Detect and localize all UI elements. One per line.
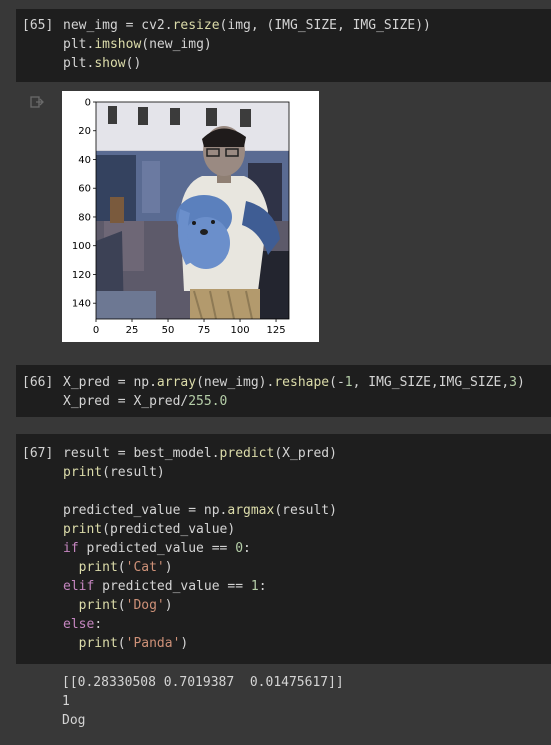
y-tick-label: 80	[78, 212, 91, 223]
code-line: new_img = cv2.resize(img, (IMG_SIZE, IMG…	[63, 18, 431, 33]
code-line: X_pred = np.array(new_img).reshape(-1, I…	[63, 375, 525, 390]
code-editor[interactable]: X_pred = np.array(new_img).reshape(-1, I…	[63, 373, 525, 411]
y-tick-label: 40	[78, 155, 91, 166]
code-editor[interactable]: result = best_model.predict(X_pred)print…	[63, 444, 337, 653]
code-line: print(predicted_value)	[63, 522, 236, 537]
code-cell-66[interactable]: [66] X_pred = np.array(new_img).reshape(…	[16, 365, 551, 417]
image-plot-output: 0 20 40 60 80 100 120 140 0 25 50 75 100 125	[62, 91, 319, 342]
y-tick-label: 20	[78, 126, 91, 137]
x-tick-label: 50	[162, 325, 175, 336]
y-tick-label: 0	[85, 98, 91, 109]
code-line: predicted_value = np.argmax(result)	[63, 503, 337, 518]
code-line: plt.show()	[63, 56, 142, 71]
y-tick-label: 120	[72, 270, 91, 281]
code-line: print('Cat')	[78, 560, 173, 575]
y-axis: 0 20 40 60 80 100 120 140	[72, 98, 96, 310]
x-tick-label: 75	[198, 325, 211, 336]
code-editor[interactable]: new_img = cv2.resize(img, (IMG_SIZE, IMG…	[63, 16, 431, 73]
image-pixels	[96, 102, 289, 319]
code-line: elif predicted_value == 1:	[63, 579, 267, 594]
code-cell-67[interactable]: [67] result = best_model.predict(X_pred)…	[16, 434, 551, 664]
x-tick-label: 100	[230, 325, 249, 336]
code-line: result = best_model.predict(X_pred)	[63, 446, 337, 461]
code-line: if predicted_value == 0:	[63, 541, 251, 556]
output-redirect-icon[interactable]	[30, 96, 44, 108]
execution-count: [67]	[22, 446, 54, 461]
y-tick-label: 60	[78, 184, 91, 195]
code-line: plt.imshow(new_img)	[63, 37, 212, 52]
code-line: X_pred = X_pred/255.0	[63, 394, 228, 409]
code-line: else:	[63, 617, 103, 632]
x-axis: 0 25 50 75 100 125	[93, 319, 286, 336]
output-line: [[0.28330508 0.7019387 0.01475617]]	[62, 675, 344, 690]
code-line: print(result)	[63, 465, 165, 480]
y-tick-label: 140	[72, 299, 91, 310]
x-tick-label: 125	[266, 325, 285, 336]
code-line: print('Panda')	[78, 636, 189, 651]
output-line: Dog	[62, 713, 86, 728]
code-line: ​	[63, 482, 337, 501]
code-line: print('Dog')	[78, 598, 173, 613]
output-line: 1	[62, 694, 70, 709]
x-tick-label: 25	[126, 325, 139, 336]
x-tick-label: 0	[93, 325, 99, 336]
matplotlib-figure: 0 20 40 60 80 100 120 140 0 25 50 75 100 125	[72, 98, 290, 336]
code-cell-65[interactable]: [65] new_img = cv2.resize(img, (IMG_SIZE…	[16, 9, 551, 82]
execution-count: [65]	[22, 18, 54, 33]
execution-count: [66]	[22, 375, 54, 390]
cell-output-text: [[0.28330508 0.7019387 0.01475617]] 1 Do…	[62, 673, 344, 730]
y-tick-label: 100	[72, 241, 91, 252]
